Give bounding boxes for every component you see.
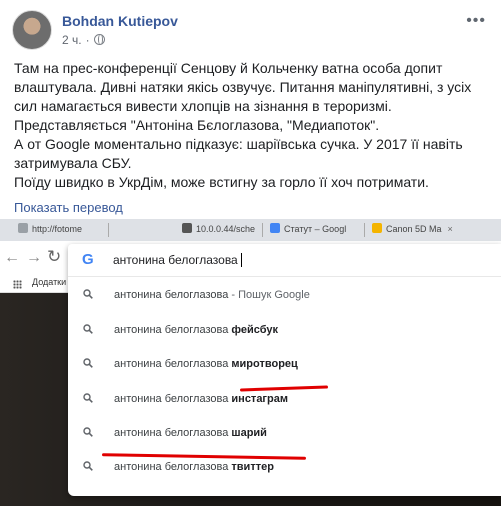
reload-icon[interactable]: ↻ <box>47 247 61 267</box>
suggestion-base: антонина белоглазова <box>114 461 232 473</box>
search-icon <box>83 324 93 334</box>
suggestion-base: антонина белоглазова <box>114 427 232 439</box>
google-g-icon: G <box>82 251 94 268</box>
post-text-line: влаштувала. Дивні натяки якісь озвучує. … <box>14 79 472 95</box>
tab-label: Canon 5D Ma <box>386 224 442 234</box>
forward-arrow-icon[interactable]: → <box>26 249 42 267</box>
post-text-line: Поїду швидко в УкрДім, може встигну за г… <box>14 174 429 190</box>
post-text-line: сил намагається вивести хлопців на зізна… <box>14 98 392 114</box>
tab-divider <box>108 223 109 237</box>
suggestion-item[interactable]: антонина белоглазова шарий <box>68 416 501 450</box>
apps-grid-icon[interactable] <box>13 280 22 289</box>
tab-divider <box>364 223 365 237</box>
suggestion-item[interactable]: антонина белоглазова фейсбук <box>68 313 501 347</box>
suggestion-suffix: - Пошук Google <box>228 289 310 301</box>
suggestion-completion: шарий <box>231 427 267 439</box>
search-icon <box>83 358 93 368</box>
separator-dot: · <box>85 33 90 47</box>
browser-tab[interactable]: 10.0.0.44/sche <box>182 223 255 239</box>
search-input[interactable]: антонина белоглазова <box>113 253 242 267</box>
post-text-line: затримувала СБУ. <box>14 155 132 171</box>
suggestion-item[interactable]: антонина белоглазова миротворец <box>68 347 501 381</box>
post-text-line: А от Google моментально підказує: шаріїв… <box>14 136 463 152</box>
grid-icon <box>182 223 192 233</box>
search-icon <box>83 427 93 437</box>
suggestion-base: антонина белоглазова <box>114 324 232 336</box>
text-caret <box>240 253 242 267</box>
post-time[interactable]: 2 ч. <box>62 33 82 47</box>
author-name[interactable]: Bohdan Kutiepov <box>62 13 178 29</box>
show-translation-link[interactable]: Показать перевод <box>14 200 123 215</box>
omnibox-search-row[interactable]: G антонина белоглазова <box>68 244 501 277</box>
suggestion-base: антонина белоглазова <box>114 393 232 405</box>
omnibox-dropdown: G антонина белоглазова антонина белоглаз… <box>68 244 501 496</box>
suggestion-completion: инстаграм <box>231 393 288 405</box>
suggestion-completion: миротворец <box>231 358 298 370</box>
post-text-line: Представляється "Антоніна Бєлоглазова, "… <box>14 117 380 133</box>
browser-tab[interactable]: http://fotome <box>18 223 82 239</box>
search-icon <box>83 393 93 403</box>
avatar[interactable] <box>12 10 52 50</box>
tab-label: 10.0.0.44/sche <box>196 224 256 234</box>
apps-label[interactable]: Додатки <box>32 277 66 287</box>
search-icon <box>83 461 93 471</box>
post-meta: 2 ч. · <box>62 33 105 47</box>
suggestion-base: антонина белоглазова <box>114 358 232 370</box>
tab-label: http://fotome <box>32 224 83 234</box>
search-query: антонина белоглазова <box>113 253 238 267</box>
browser-tab-strip: http://fotome 10.0.0.44/sche Статут – Go… <box>0 219 501 241</box>
browser-tab[interactable]: Canon 5D Ma × <box>372 223 453 239</box>
search-icon <box>83 289 93 299</box>
more-options-icon[interactable]: ••• <box>466 12 486 30</box>
site-icon <box>372 223 382 233</box>
docs-icon <box>270 223 280 233</box>
browser-tab[interactable]: Статут – Googl <box>270 223 346 239</box>
suggestion-completion: твиттер <box>231 461 274 473</box>
back-arrow-icon[interactable]: ← <box>4 249 20 267</box>
post-text: Там на прес-конференції Сенцову й Кольче… <box>14 59 490 192</box>
tab-divider <box>262 223 263 237</box>
attached-screenshot[interactable]: http://fotome 10.0.0.44/sche Статут – Go… <box>0 219 501 506</box>
suggestion-item[interactable]: антонина белоглазова - Пошук Google <box>68 278 501 312</box>
post-header: Bohdan Kutiepov 2 ч. · ••• <box>12 10 492 54</box>
tab-label: Статут – Googl <box>284 224 347 234</box>
post-text-line: Там на прес-конференції Сенцову й Кольче… <box>14 60 443 76</box>
suggestion-completion: фейсбук <box>231 324 279 336</box>
suggestion-base: антонина белоглазова <box>114 289 229 301</box>
close-icon[interactable]: × <box>448 224 453 234</box>
page-icon <box>18 223 28 233</box>
globe-icon <box>93 34 105 45</box>
